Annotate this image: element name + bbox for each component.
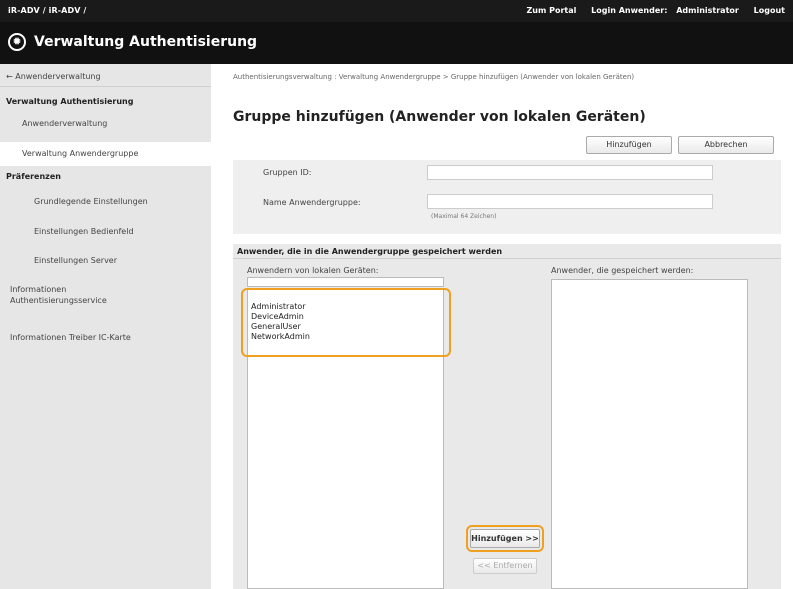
sidebar-item-ic-card[interactable]: Informationen Treiber IC-Karte: [0, 326, 211, 350]
highlight-box: [466, 525, 544, 552]
sidebar-item-basic[interactable]: Grundlegende Einstellungen: [0, 190, 211, 214]
group-name-hint: (Maximal 64 Zeichen): [431, 213, 497, 220]
topbar-right: Zum Portal Login Anwender: Administrator…: [514, 6, 785, 15]
device-path-text: iR-ADV / iR-ADV /: [8, 6, 87, 15]
sidebar-item-user-mgmt[interactable]: Anwenderverwaltung: [0, 112, 211, 136]
breadcrumb: Authentisierungsverwaltung : Verwaltung …: [233, 73, 635, 81]
sidebar-back-link[interactable]: ← Anwenderverwaltung: [6, 72, 101, 81]
main-content: Authentisierungsverwaltung : Verwaltung …: [211, 64, 793, 589]
members-panel: Anwender, die in die Anwendergruppe gesp…: [233, 244, 781, 589]
group-id-label: Gruppen ID:: [263, 168, 312, 177]
login-user: Administrator: [676, 6, 739, 15]
logout-link[interactable]: Logout: [754, 6, 785, 15]
device-path: iR-ADV / iR-ADV /: [8, 6, 86, 15]
saved-users-label: Anwender, die gespeichert werden:: [551, 266, 694, 275]
sidebar-section-prefs: Präferenzen: [6, 172, 61, 181]
saved-users-list[interactable]: [551, 279, 748, 589]
local-users-filter[interactable]: [247, 277, 444, 287]
highlight-box: [241, 288, 451, 357]
top-bar: iR-ADV / iR-ADV / Zum Portal Login Anwen…: [0, 0, 793, 22]
divider: [233, 258, 781, 259]
sidebar-item-auth-service[interactable]: Informationen Authentisierungsservice: [0, 280, 150, 310]
sidebar-item-group-mgmt[interactable]: Verwaltung Anwendergruppe: [0, 142, 211, 166]
login-label: Login Anwender:: [591, 6, 668, 15]
title-bar: ✹ Verwaltung Authentisierung: [0, 22, 793, 64]
add-button[interactable]: Hinzufügen: [586, 136, 672, 154]
members-heading: Anwender, die in die Anwendergruppe gesp…: [237, 247, 503, 256]
group-id-input[interactable]: [427, 165, 713, 180]
group-name-input[interactable]: [427, 194, 713, 209]
divider: [0, 86, 211, 87]
gear-icon: ✹: [8, 33, 26, 51]
app-title: Verwaltung Authentisierung: [34, 34, 258, 50]
cancel-button[interactable]: Abbrechen: [678, 136, 774, 154]
group-info-panel: Gruppen ID: Name Anwendergruppe: (Maxima…: [233, 160, 781, 234]
sidebar-section-auth: Verwaltung Authentisierung: [6, 97, 134, 106]
sidebar-item-panel[interactable]: Einstellungen Bedienfeld: [0, 220, 211, 244]
sidebar: ← Anwenderverwaltung Verwaltung Authenti…: [0, 64, 211, 589]
group-name-label: Name Anwendergruppe:: [263, 198, 361, 207]
page-title: Gruppe hinzufügen (Anwender von lokalen …: [233, 109, 646, 125]
portal-link[interactable]: Zum Portal: [526, 6, 576, 15]
move-remove-button[interactable]: << Entfernen: [473, 558, 537, 574]
sidebar-item-server[interactable]: Einstellungen Server: [0, 249, 211, 273]
local-users-label: Anwendern von lokalen Geräten:: [247, 266, 379, 275]
